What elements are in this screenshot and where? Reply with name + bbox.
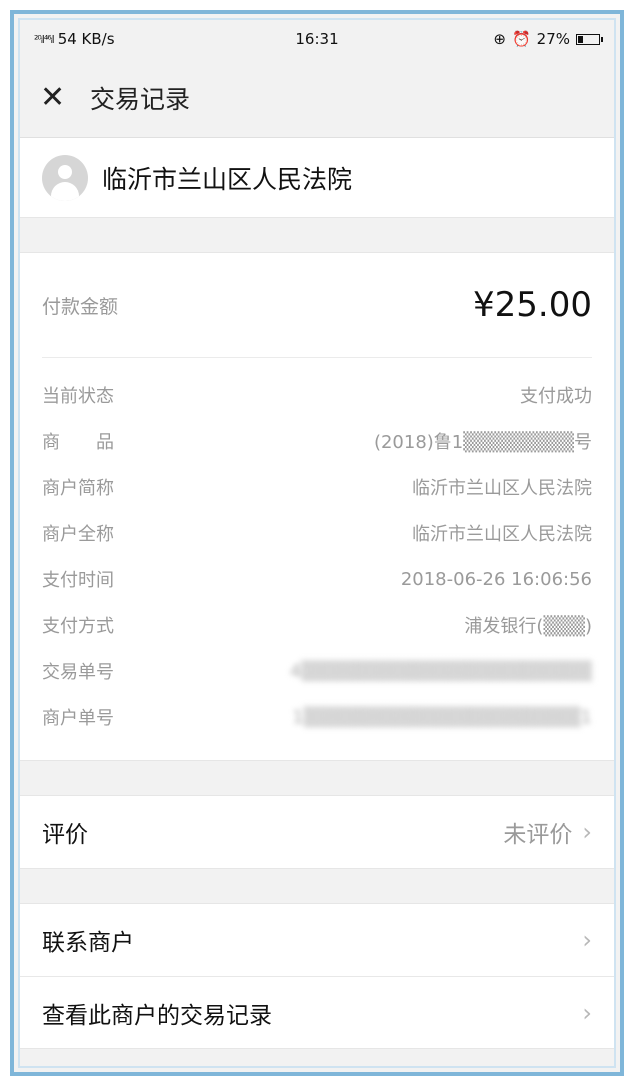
phone-screen: ²⁰ᵢl⁴⁶ᵢl 54 KB/s 16:31 ⊕ ⏰ 27% ✕ 交易记录 临沂… <box>18 18 616 1068</box>
detail-label: 商户单号 <box>42 708 114 729</box>
detail-value: 支付成功 <box>520 386 592 407</box>
user-avatar-icon <box>42 154 88 201</box>
detail-row-status: 当前状态 支付成功 <box>42 372 592 418</box>
detail-row-merchant-order-id: 商户单号 1▒▒▒▒▒▒▒▒▒▒▒▒▒▒▒▒▒▒▒▒1 <box>42 694 592 740</box>
merchant-name: 临沂市兰山区人民法院 <box>102 164 353 194</box>
detail-value: 2018-06-26 16:06:56 <box>400 568 592 590</box>
amount-label: 付款金额 <box>42 295 119 318</box>
detail-value: 4▒▒▒▒▒▒▒▒▒▒▒▒▒▒▒▒▒▒▒▒▒ <box>289 660 592 682</box>
detail-row-payment-time: 支付时间 2018-06-26 16:06:56 <box>42 556 592 602</box>
detail-row-product: 商 品 (2018)鲁1▒▒▒▒▒▒▒▒号 <box>42 418 592 464</box>
alarm-icon: ⏰ <box>511 30 531 48</box>
detail-label: 商户全称 <box>42 524 114 545</box>
network-speed: 54 KB/s <box>57 30 115 48</box>
detail-value: 临沂市兰山区人民法院 <box>412 478 592 499</box>
contact-merchant-label: 联系商户 <box>42 930 134 956</box>
page-title: 交易记录 <box>90 84 191 114</box>
section-gap <box>20 761 614 795</box>
detail-label: 商户简称 <box>42 478 114 499</box>
detail-row-transaction-id: 交易单号 4▒▒▒▒▒▒▒▒▒▒▒▒▒▒▒▒▒▒▒▒▒ <box>42 648 592 694</box>
amount-value: ¥25.00 <box>473 285 592 325</box>
amount-row: 付款金额 ¥25.00 <box>42 253 592 358</box>
detail-value: 1▒▒▒▒▒▒▒▒▒▒▒▒▒▒▒▒▒▒▒▒1 <box>292 706 592 728</box>
detail-label: 支付时间 <box>42 570 114 591</box>
merchant-history-label: 查看此商户的交易记录 <box>42 1002 272 1029</box>
actions-section: 联系商户 › 查看此商户的交易记录 › <box>20 903 614 1049</box>
status-bar: ²⁰ᵢl⁴⁶ᵢl 54 KB/s 16:31 ⊕ ⏰ 27% <box>20 20 614 58</box>
section-gap <box>20 869 614 903</box>
payment-details-card: 付款金额 ¥25.00 当前状态 支付成功 商 品 (2018)鲁1▒▒▒▒▒▒… <box>20 252 614 761</box>
signal-icon: ²⁰ᵢl⁴⁶ᵢl <box>34 32 55 46</box>
detail-row-merchant-short-name: 商户简称 临沂市兰山区人民法院 <box>42 464 592 510</box>
clock: 16:31 <box>295 30 339 48</box>
chevron-right-icon: › <box>582 926 592 954</box>
battery-percent: 27% <box>536 30 571 48</box>
lock-rotation-icon: ⊕ <box>493 30 506 48</box>
merchant-header[interactable]: 临沂市兰山区人民法院 <box>20 138 614 218</box>
review-status: 未评价 <box>503 822 573 848</box>
detail-value: (2018)鲁1▒▒▒▒▒▒▒▒号 <box>373 432 592 453</box>
detail-label: 支付方式 <box>42 616 114 637</box>
battery-fill <box>578 35 584 43</box>
battery-icon <box>576 33 604 45</box>
detail-label: 交易单号 <box>42 662 114 683</box>
chevron-right-icon: › <box>582 998 592 1027</box>
detail-list: 当前状态 支付成功 商 品 (2018)鲁1▒▒▒▒▒▒▒▒号 商户简称 临沂市… <box>42 358 592 760</box>
nav-bar: ✕ 交易记录 <box>20 58 614 138</box>
detail-value: 临沂市兰山区人民法院 <box>412 524 592 545</box>
detail-label: 商 品 <box>42 432 114 453</box>
close-icon[interactable]: ✕ <box>40 82 80 113</box>
screenshot-frame: ²⁰ᵢl⁴⁶ᵢl 54 KB/s 16:31 ⊕ ⏰ 27% ✕ 交易记录 临沂… <box>10 10 624 1076</box>
review-row[interactable]: 评价 未评价 › <box>20 796 614 868</box>
detail-row-payment-method: 支付方式 浦发银行(▒▒▒) <box>42 602 592 648</box>
merchant-history-row[interactable]: 查看此商户的交易记录 › <box>20 976 614 1048</box>
detail-value: 浦发银行(▒▒▒) <box>464 616 592 637</box>
chevron-right-icon: › <box>582 818 592 846</box>
section-gap <box>20 218 614 252</box>
contact-merchant-row[interactable]: 联系商户 › <box>20 904 614 976</box>
review-label: 评价 <box>42 822 88 848</box>
review-section: 评价 未评价 › <box>20 795 614 869</box>
detail-row-merchant-full-name: 商户全称 临沂市兰山区人民法院 <box>42 510 592 556</box>
detail-label: 当前状态 <box>42 386 114 407</box>
